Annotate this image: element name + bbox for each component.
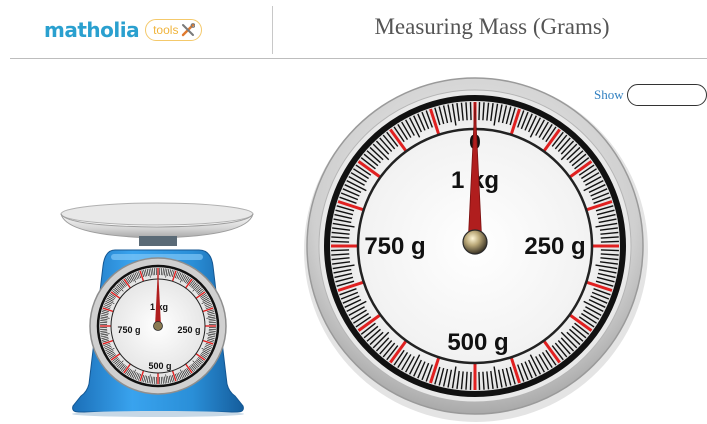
- header-bar: matholia tools Measuring Mass (Grams): [0, 0, 707, 58]
- small-label-500g: 500 g: [148, 361, 171, 371]
- scale-base-shadow: [72, 411, 244, 417]
- minor-tick: [469, 102, 472, 121]
- label-750g: 750 g: [364, 233, 425, 260]
- scale-pan-rim: [60, 202, 254, 226]
- minor-tick: [478, 371, 481, 390]
- label-500g: 500 g: [447, 329, 508, 356]
- minor-tick: [600, 240, 619, 243]
- minor-tick: [469, 371, 472, 390]
- label-250g: 250 g: [524, 233, 585, 260]
- small-label-750g: 750 g: [117, 325, 140, 335]
- logo-wordmark: matholia: [44, 18, 140, 42]
- tools-icon: [182, 23, 196, 37]
- logo-tools-badge: tools: [145, 19, 203, 41]
- header-divider: [272, 6, 273, 54]
- minor-tick: [478, 102, 481, 121]
- header-rule: [10, 58, 707, 59]
- matholia-tools-logo[interactable]: matholia tools: [44, 16, 203, 44]
- minor-tick: [331, 249, 350, 252]
- logo-tools-label: tools: [153, 23, 179, 37]
- page-title: Measuring Mass (Grams): [374, 14, 610, 39]
- minor-tick: [331, 240, 350, 243]
- large-scale-dial: 0 1 kg 250 g 500 g 750 g: [304, 77, 648, 422]
- small-label-250g: 250 g: [177, 325, 200, 335]
- weighing-scale[interactable]: 1 kg 250 g 500 g 750 g: [55, 196, 267, 420]
- needle-hub: [462, 229, 488, 255]
- minor-tick: [600, 249, 619, 252]
- scale-neck: [139, 236, 177, 246]
- small-needle-hub: [153, 321, 163, 331]
